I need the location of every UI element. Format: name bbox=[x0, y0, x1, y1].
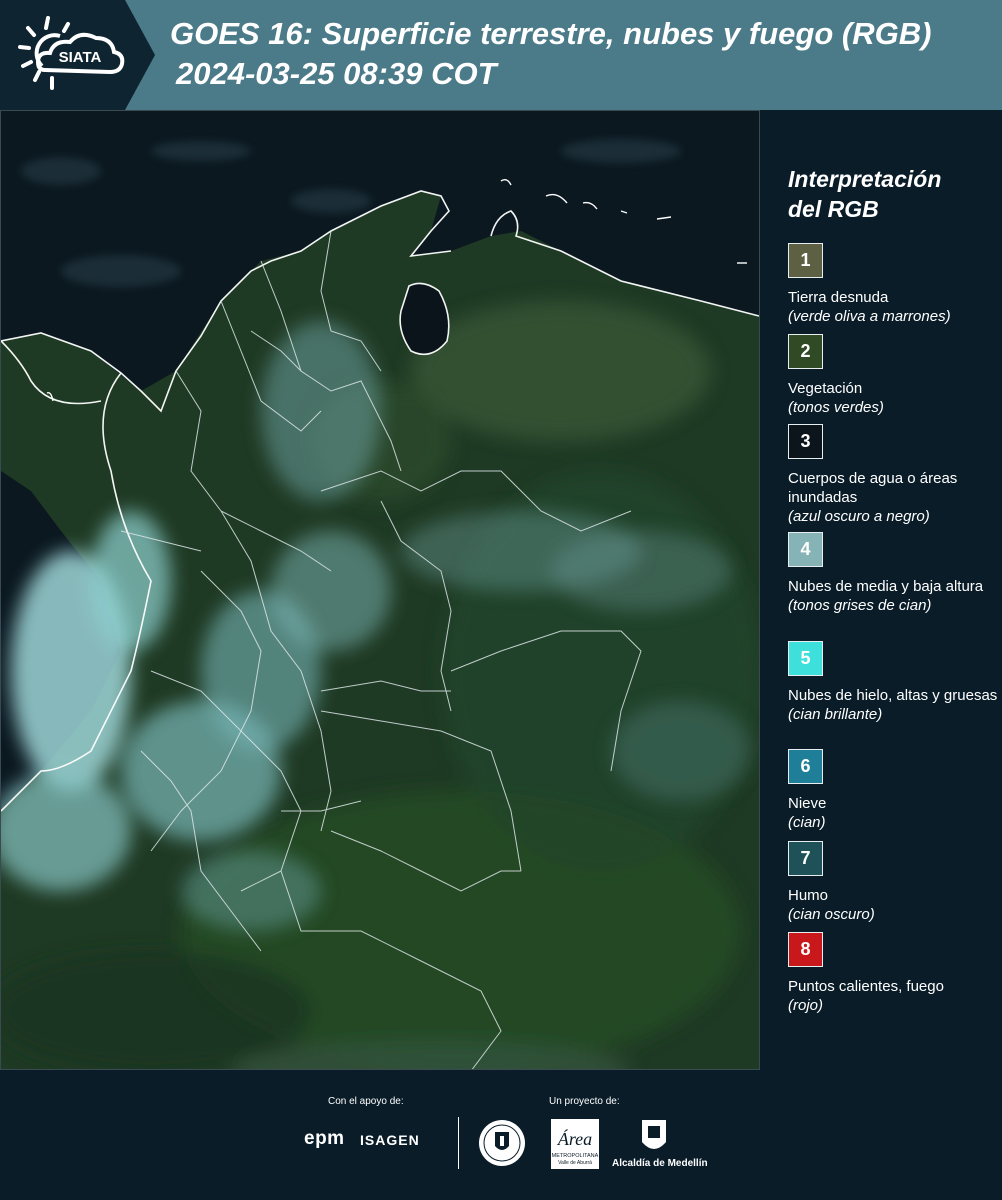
isagen-logo: ISAGEN bbox=[360, 1132, 420, 1148]
legend-swatch: 8 bbox=[788, 932, 823, 967]
legend-note: (cian oscuro) bbox=[788, 906, 875, 923]
legend-label: Tierra desnuda bbox=[788, 289, 889, 306]
legend-label: Nieve bbox=[788, 795, 827, 812]
legend-note: (tonos grises de cian) bbox=[788, 597, 932, 614]
area-logo-name: Área bbox=[557, 1128, 592, 1149]
legend-item-6: 6 Nieve (cian) bbox=[788, 749, 998, 832]
legend-note: (azul oscuro a negro) bbox=[788, 508, 930, 525]
siata-logo-icon: SIATA bbox=[0, 0, 155, 110]
medellin-seal-icon bbox=[479, 1120, 525, 1166]
legend-note: (rojo) bbox=[788, 997, 824, 1014]
legend-item-1: 1 Tierra desnuda (verde oliva a marrones… bbox=[788, 243, 998, 326]
legend-title: Interpretación del RGB bbox=[788, 164, 941, 224]
legend-note: (tonos verdes) bbox=[788, 399, 884, 416]
header-banner: SIATA GOES 16: Superficie terrestre, nub… bbox=[0, 0, 1002, 110]
legend-swatch: 2 bbox=[788, 334, 823, 369]
footer: Con el apoyo de: Un proyecto de: epm ISA… bbox=[0, 1070, 1002, 1200]
legend-note: (cian) bbox=[788, 814, 826, 831]
legend-item-5: 5 Nubes de hielo, altas y gruesas (cian … bbox=[788, 641, 998, 724]
page-title: GOES 16: Superficie terrestre, nubes y f… bbox=[170, 16, 932, 51]
legend-swatch: 1 bbox=[788, 243, 823, 278]
alcaldia-shield-icon bbox=[642, 1120, 666, 1149]
legend-item-4: 4 Nubes de media y baja altura (tonos gr… bbox=[788, 532, 998, 615]
epm-logo: epm bbox=[304, 1128, 345, 1149]
legend-item-7: 7 Humo (cian oscuro) bbox=[788, 841, 998, 924]
legend-label: Puntos calientes, fuego bbox=[788, 978, 944, 995]
legend-note: (verde oliva a marrones) bbox=[788, 308, 951, 325]
legend-swatch: 5 bbox=[788, 641, 823, 676]
legend-item-3: 3 Cuerpos de agua o áreas inundadas (azu… bbox=[788, 424, 998, 526]
legend-swatch: 3 bbox=[788, 424, 823, 459]
satellite-image bbox=[1, 111, 759, 1069]
project-label: Un proyecto de: bbox=[549, 1096, 620, 1107]
satellite-map[interactable] bbox=[0, 110, 760, 1070]
support-label: Con el apoyo de: bbox=[328, 1096, 404, 1107]
legend-label: Vegetación bbox=[788, 380, 863, 397]
legend-label: Humo bbox=[788, 887, 829, 904]
legend-item-2: 2 Vegetación (tonos verdes) bbox=[788, 334, 998, 417]
area-logo-sub: METROPOLITANA bbox=[552, 1153, 599, 1159]
legend-label: Cuerpos de agua o áreas inundadas bbox=[788, 470, 958, 506]
legend-title-line2: del RGB bbox=[788, 196, 879, 222]
legend-swatch: 7 bbox=[788, 841, 823, 876]
legend-title-line1: Interpretación bbox=[788, 166, 942, 192]
alcaldia-label: Alcaldía de Medellín bbox=[612, 1158, 708, 1169]
siata-logo-panel: SIATA bbox=[0, 0, 155, 110]
siata-brand-text: SIATA bbox=[59, 49, 102, 66]
area-metropolitana-logo-icon: Área METROPOLITANA Valle de Aburrá bbox=[551, 1119, 599, 1169]
legend-note: (cian brillante) bbox=[788, 706, 883, 723]
footer-divider bbox=[458, 1117, 459, 1169]
legend-swatch: 4 bbox=[788, 532, 823, 567]
legend-label: Nubes de media y baja altura bbox=[788, 578, 984, 595]
legend-label: Nubes de hielo, altas y gruesas bbox=[788, 687, 998, 704]
legend-swatch: 6 bbox=[788, 749, 823, 784]
legend-item-8: 8 Puntos calientes, fuego (rojo) bbox=[788, 932, 998, 1015]
page-timestamp: 2024-03-25 08:39 COT bbox=[176, 56, 497, 91]
area-logo-sub2: Valle de Aburrá bbox=[558, 1160, 592, 1166]
rgb-legend: Interpretación del RGB 1 Tierra desnuda (… bbox=[760, 110, 1002, 1070]
